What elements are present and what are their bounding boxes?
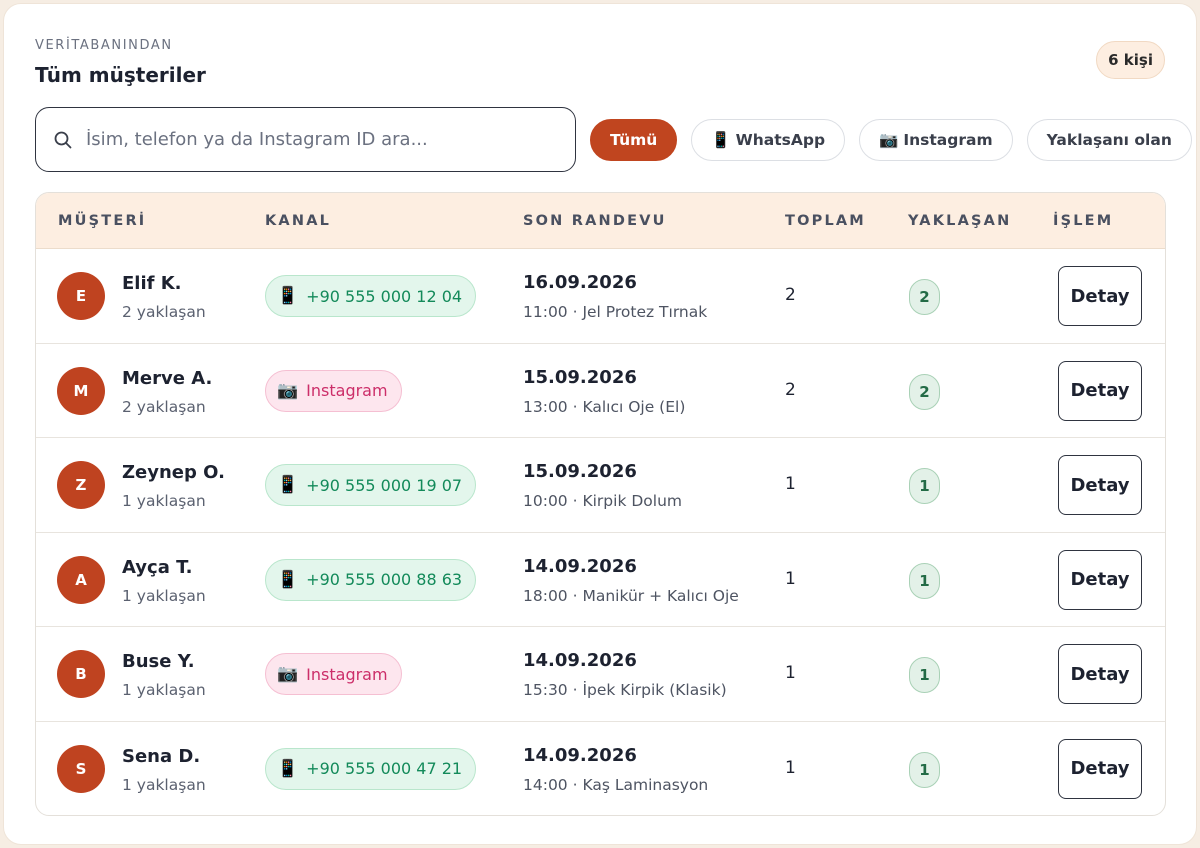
customer-name: Ayça T. xyxy=(122,556,193,578)
last-appointment-date: 14.09.2026 xyxy=(523,744,637,766)
camera-icon: 📷 xyxy=(879,131,899,149)
filter-chip-upcoming[interactable]: Yaklaşanı olan xyxy=(1026,119,1192,161)
column-header-upcoming: YAKLAŞAN xyxy=(908,213,1012,229)
phone-icon: 📱 xyxy=(711,131,731,149)
last-appointment-date: 16.09.2026 xyxy=(523,272,637,293)
filter-chip-label: Tümü xyxy=(610,131,658,149)
search-input[interactable] xyxy=(86,129,536,150)
search-box[interactable] xyxy=(35,107,576,172)
channel-text: Instagram xyxy=(306,664,388,684)
phone-icon: 📱 xyxy=(277,569,299,590)
avatar: B xyxy=(57,650,105,699)
channel-badge: 📷 Instagram xyxy=(265,653,402,696)
avatar: Z xyxy=(57,461,105,510)
customer-upcoming-summary: 1 yaklaşan xyxy=(122,492,206,511)
upcoming-count-badge: 2 xyxy=(909,373,940,410)
customer-upcoming-summary: 1 yaklaşan xyxy=(122,586,206,605)
column-header-customer: MÜŞTERİ xyxy=(58,213,147,229)
column-header-channel: KANAL xyxy=(265,213,332,229)
channel-filters: Tümü 📱 WhatsApp 📷 Instagram Yaklaşanı olan xyxy=(590,119,1192,161)
upcoming-count-badge: 1 xyxy=(909,468,940,505)
channel-text: +90 555 000 47 21 xyxy=(306,759,463,779)
last-appointment-date: 14.09.2026 xyxy=(523,650,637,672)
customer-name: Elif K. xyxy=(122,273,182,294)
customer-upcoming-summary: 2 yaklaşan xyxy=(122,303,206,321)
channel-text: +90 555 000 19 07 xyxy=(306,475,463,495)
avatar: A xyxy=(57,555,105,604)
table-row: M Merve A. 2 yaklaşan 📷 Instagram 15.09.2026 1… xyxy=(36,344,1165,439)
total-appointments: 1 xyxy=(785,568,796,589)
detail-button[interactable]: Detay xyxy=(1058,644,1142,705)
table-header: MÜŞTERİ KANAL SON RANDEVU TOPLAM YAKLAŞA… xyxy=(36,193,1165,249)
last-appointment-service: 10:00 · Kirpik Dolum xyxy=(523,492,682,511)
last-appointment-service: 15:30 · İpek Kirpik (Klasik) xyxy=(523,681,727,700)
table-row: Z Zeynep O. 1 yaklaşan 📱 +90 555 000 19 07 15… xyxy=(36,438,1165,533)
table-row: A Ayça T. 1 yaklaşan 📱 +90 555 000 88 63 14.0… xyxy=(36,533,1165,628)
channel-text: Instagram xyxy=(306,381,388,401)
phone-icon: 📱 xyxy=(277,475,299,496)
table-row: S Sena D. 1 yaklaşan 📱 +90 555 000 47 21 14.0… xyxy=(36,722,1165,815)
detail-button[interactable]: Detay xyxy=(1058,266,1142,326)
customers-card: VERİTABANINDAN Tüm müşteriler 6 kişi Tüm… xyxy=(3,3,1197,845)
filter-chip-whatsapp[interactable]: 📱 WhatsApp xyxy=(691,119,846,161)
camera-icon: 📷 xyxy=(277,664,299,685)
filter-chip-instagram[interactable]: 📷 Instagram xyxy=(859,119,1013,161)
phone-icon: 📱 xyxy=(277,286,299,306)
column-header-action: İŞLEM xyxy=(1053,213,1114,229)
filter-chip-label: Yaklaşanı olan xyxy=(1046,131,1172,149)
customers-table: MÜŞTERİ KANAL SON RANDEVU TOPLAM YAKLAŞA… xyxy=(35,192,1166,816)
filter-chip-all[interactable]: Tümü xyxy=(590,119,678,161)
channel-badge: 📱 +90 555 000 12 04 xyxy=(265,275,477,317)
detail-button[interactable]: Detay xyxy=(1058,549,1142,610)
customer-upcoming-summary: 1 yaklaşan xyxy=(122,775,206,794)
total-appointments: 1 xyxy=(785,663,796,684)
column-header-total: TOPLAM xyxy=(785,213,866,229)
table-row: B Buse Y. 1 yaklaşan 📷 Instagram 14.09.2026 15… xyxy=(36,627,1165,722)
last-appointment-date: 15.09.2026 xyxy=(523,461,637,483)
last-appointment-service: 14:00 · Kaş Laminasyon xyxy=(523,775,709,794)
page-title: Tüm müşteriler xyxy=(35,63,206,87)
customer-name: Buse Y. xyxy=(122,651,195,673)
avatar: E xyxy=(57,272,105,320)
customer-name: Sena D. xyxy=(122,745,201,767)
detail-button[interactable]: Detay xyxy=(1058,738,1142,799)
customer-count-badge: 6 kişi xyxy=(1096,41,1165,79)
last-appointment-service: 18:00 · Manikür + Kalıcı Oje xyxy=(523,586,739,605)
phone-icon: 📱 xyxy=(277,758,299,779)
upcoming-count-badge: 1 xyxy=(909,657,940,694)
filter-chip-label: WhatsApp xyxy=(735,131,826,149)
last-appointment-date: 14.09.2026 xyxy=(523,555,637,577)
channel-badge: 📷 Instagram xyxy=(265,369,402,412)
channel-badge: 📱 +90 555 000 47 21 xyxy=(265,747,477,790)
channel-badge: 📱 +90 555 000 19 07 xyxy=(265,464,477,507)
avatar: M xyxy=(57,366,105,415)
customer-upcoming-summary: 2 yaklaşan xyxy=(122,397,206,416)
upcoming-count-badge: 1 xyxy=(909,562,940,599)
avatar: S xyxy=(57,744,105,793)
upcoming-count-badge: 1 xyxy=(909,751,940,788)
channel-text: +90 555 000 88 63 xyxy=(306,570,463,590)
filter-chip-label: Instagram xyxy=(903,131,993,149)
total-appointments: 2 xyxy=(785,285,796,305)
last-appointment-service: 13:00 · Kalıcı Oje (El) xyxy=(523,397,686,416)
customer-name: Zeynep O. xyxy=(122,462,225,484)
camera-icon: 📷 xyxy=(277,380,299,401)
detail-button[interactable]: Detay xyxy=(1058,360,1142,421)
column-header-last-appointment: SON RANDEVU xyxy=(523,213,667,229)
search-icon xyxy=(54,131,72,148)
total-appointments: 1 xyxy=(785,474,796,495)
customer-name: Merve A. xyxy=(122,367,213,389)
channel-text: +90 555 000 12 04 xyxy=(306,286,463,306)
channel-badge: 📱 +90 555 000 88 63 xyxy=(265,558,477,601)
total-appointments: 2 xyxy=(785,379,796,400)
last-appointment-service: 11:00 · Jel Protez Tırnak xyxy=(523,303,708,321)
total-appointments: 1 xyxy=(785,757,796,778)
section-kicker: VERİTABANINDAN xyxy=(35,38,173,53)
customer-upcoming-summary: 1 yaklaşan xyxy=(122,681,206,700)
table-row: E Elif K. 2 yaklaşan 📱 +90 555 000 12 04 16.0… xyxy=(36,249,1165,344)
detail-button[interactable]: Detay xyxy=(1058,455,1142,516)
table-body: E Elif K. 2 yaklaşan 📱 +90 555 000 12 04 16.0… xyxy=(36,249,1165,815)
upcoming-count-badge: 2 xyxy=(909,279,940,315)
last-appointment-date: 15.09.2026 xyxy=(523,366,637,388)
